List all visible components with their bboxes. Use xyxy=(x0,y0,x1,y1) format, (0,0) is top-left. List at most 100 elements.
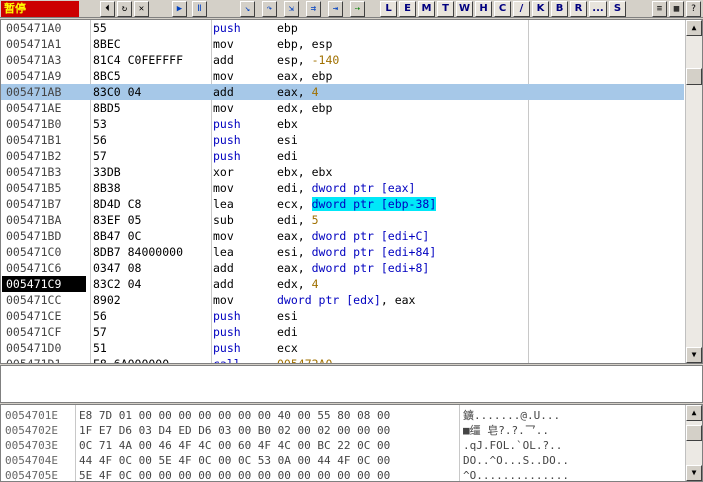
operand-cell: ebp, esp xyxy=(277,36,527,52)
disasm-row[interactable]: 005471CE 56 push esi xyxy=(1,308,684,324)
scroll-down-icon[interactable]: ▼ xyxy=(686,465,702,481)
disasm-row[interactable]: 005471B3 33DB xor ebx, ebx xyxy=(1,164,684,180)
mnemonic-cell: mov xyxy=(213,37,234,51)
toolbar-button-w[interactable]: W xyxy=(456,1,473,17)
toolbar-button-r[interactable]: R xyxy=(570,1,587,17)
dump-row[interactable]: 0054702E 1F E7 D6 03 D4 ED D6 03 00 B0 02… xyxy=(1,423,684,438)
dump-row[interactable]: 0054704E 44 4F 0C 00 5E 4F 0C 00 0C 53 0A… xyxy=(1,453,684,468)
address-cell: 005471B2 xyxy=(6,149,62,163)
operand-cell: eax, 4 xyxy=(277,84,527,100)
scroll-up-icon[interactable]: ▲ xyxy=(686,20,702,36)
mnemonic-cell: call xyxy=(213,357,241,364)
disasm-row[interactable]: 005471BA 83EF 05 sub edi, 5 xyxy=(1,212,684,228)
mnemonic-cell: mov xyxy=(213,181,234,195)
address-cell: 005471A1 xyxy=(6,37,62,51)
pause-icon[interactable]: Ⅱ xyxy=(192,1,207,17)
toolbar-button-more[interactable]: ... xyxy=(589,1,607,17)
mnemonic-cell: push xyxy=(213,133,241,147)
dump-ascii-cell: 鑛.......@.U... xyxy=(463,409,561,422)
hex-bytes-cell: 56 xyxy=(93,309,107,323)
disasm-row[interactable]: 005471B5 8B38 mov edi, dword ptr [eax] xyxy=(1,180,684,196)
hex-bytes-cell: 8902 xyxy=(93,293,121,307)
dump-row[interactable]: 0054705E 5E 4F 0C 00 00 00 00 00 00 00 00… xyxy=(1,468,684,481)
scroll-thumb[interactable] xyxy=(686,425,702,441)
dump-address-cell: 0054703E xyxy=(5,439,58,452)
mnemonic-cell: add xyxy=(213,53,234,67)
mnemonic-cell: mov xyxy=(213,101,234,115)
dump-row[interactable]: 0054701E E8 7D 01 00 00 00 00 00 00 00 40… xyxy=(1,408,684,423)
hex-bytes-cell: 83C2 04 xyxy=(93,277,142,291)
hex-bytes-cell: 0347 08 xyxy=(93,261,142,275)
trace-into-icon[interactable]: ⇲ xyxy=(284,1,299,17)
disassembly-scrollbar[interactable]: ▲ ▼ xyxy=(685,20,702,363)
disasm-row[interactable]: 005471B7 8D4D C8 lea ecx, dword ptr [ebp-38… xyxy=(1,196,684,212)
toolbar-button-l[interactable]: L xyxy=(380,1,397,17)
address-cell: 005471A9 xyxy=(6,69,62,83)
disasm-row[interactable]: 005471AE 8BD5 mov edx, ebp xyxy=(1,100,684,116)
disassembly-pane[interactable]: 005471A0 55 push ebp 005471A1 8BEC mov ebp, esp… xyxy=(0,19,703,364)
operand-part: 4 xyxy=(311,277,319,291)
operand-cell: ebx xyxy=(277,116,527,132)
address-cell: 005471BA xyxy=(6,213,62,227)
toolbar-button-s[interactable]: S xyxy=(609,1,626,17)
operand-cell: ecx xyxy=(277,340,527,356)
disasm-row[interactable]: 005471CF 57 push edi xyxy=(1,324,684,340)
dump-scrollbar[interactable]: ▲ ▼ xyxy=(685,405,702,481)
disasm-row[interactable]: 005471A3 81C4 C0FEFFFF add esp, -140 xyxy=(1,52,684,68)
disasm-row[interactable]: 005471B0 53 push ebx xyxy=(1,116,684,132)
disasm-row[interactable]: 005471C9 83C2 04 add edx, 4 xyxy=(1,276,684,292)
disasm-row[interactable]: 005471BD 8B47 0C mov eax, dword ptr [edi+C] xyxy=(1,228,684,244)
step-into-icon[interactable]: ↘ xyxy=(240,1,255,17)
step-over-icon[interactable]: ↷ xyxy=(262,1,277,17)
operand-part: ecx xyxy=(277,341,298,355)
mnemonic-cell: mov xyxy=(213,293,234,307)
scroll-down-icon[interactable]: ▼ xyxy=(686,347,702,363)
execute-till-return-icon[interactable]: ⇥ xyxy=(328,1,343,17)
restart-icon[interactable]: ↻ xyxy=(117,1,132,17)
disasm-row[interactable]: 005471D1 E8 6A000000 call 005472A0 xyxy=(1,356,684,364)
help-icon[interactable]: ? xyxy=(686,1,701,17)
operand-cell: ebx, ebx xyxy=(277,164,527,180)
trace-over-icon[interactable]: ⇉ xyxy=(306,1,321,17)
grid-icon[interactable]: ▦ xyxy=(669,1,684,17)
dump-address-cell: 0054704E xyxy=(5,454,58,467)
address-cell: 005471A3 xyxy=(6,53,62,67)
address-cell: 005471B3 xyxy=(6,165,62,179)
operand-part: 005472A0 xyxy=(277,357,333,364)
dump-row[interactable]: 0054703E 0C 71 4A 00 46 4F 4C 00 60 4F 4C… xyxy=(1,438,684,453)
toolbar-button-m[interactable]: M xyxy=(418,1,435,17)
mnemonic-cell: sub xyxy=(213,213,234,227)
disasm-row[interactable]: 005471B2 57 push edi xyxy=(1,148,684,164)
goto-icon[interactable]: ⇢ xyxy=(350,1,365,17)
disasm-row[interactable]: 005471CC 8902 mov dword ptr [edx], eax xyxy=(1,292,684,308)
toolbar-button-t[interactable]: T xyxy=(437,1,454,17)
close-icon[interactable]: ✕ xyxy=(134,1,149,17)
open-icon[interactable]: ⏴ xyxy=(100,1,115,17)
toolbar-button-slash[interactable]: / xyxy=(513,1,530,17)
scroll-thumb[interactable] xyxy=(686,68,702,85)
disasm-row[interactable]: 005471A1 8BEC mov ebp, esp xyxy=(1,36,684,52)
disasm-row[interactable]: 005471D0 51 push ecx xyxy=(1,340,684,356)
disasm-row[interactable]: 005471A9 8BC5 mov eax, ebp xyxy=(1,68,684,84)
disasm-row[interactable]: 005471C0 8DB7 84000000 lea esi, dword ptr [… xyxy=(1,244,684,260)
operand-part: esi xyxy=(277,309,298,323)
operand-part: dword ptr [edx] xyxy=(277,293,381,307)
toolbar-button-h[interactable]: H xyxy=(475,1,492,17)
toolbar-button-k[interactable]: K xyxy=(532,1,549,17)
toolbar-button-e[interactable]: E xyxy=(399,1,416,17)
address-cell: 005471BD xyxy=(6,229,62,243)
list-icon[interactable]: ≡ xyxy=(652,1,667,17)
disasm-row[interactable]: 005471AB 83C0 04 add eax, 4 xyxy=(1,84,684,100)
disasm-row[interactable]: 005471B1 56 push esi xyxy=(1,132,684,148)
operand-cell: esi xyxy=(277,132,527,148)
toolbar-button-b[interactable]: B xyxy=(551,1,568,17)
run-icon[interactable]: ▶ xyxy=(172,1,187,17)
toolbar-button-c[interactable]: C xyxy=(494,1,511,17)
operand-part: dword ptr [edi+C] xyxy=(311,229,430,243)
operand-part: edi xyxy=(277,149,298,163)
disasm-row[interactable]: 005471C6 0347 08 add eax, dword ptr [edi+8] xyxy=(1,260,684,276)
hex-bytes-cell: 8DB7 84000000 xyxy=(93,245,184,259)
scroll-up-icon[interactable]: ▲ xyxy=(686,405,702,421)
hex-dump-pane[interactable]: 0054701E E8 7D 01 00 00 00 00 00 00 00 40… xyxy=(0,404,703,482)
disasm-row[interactable]: 005471A0 55 push ebp xyxy=(1,20,684,36)
